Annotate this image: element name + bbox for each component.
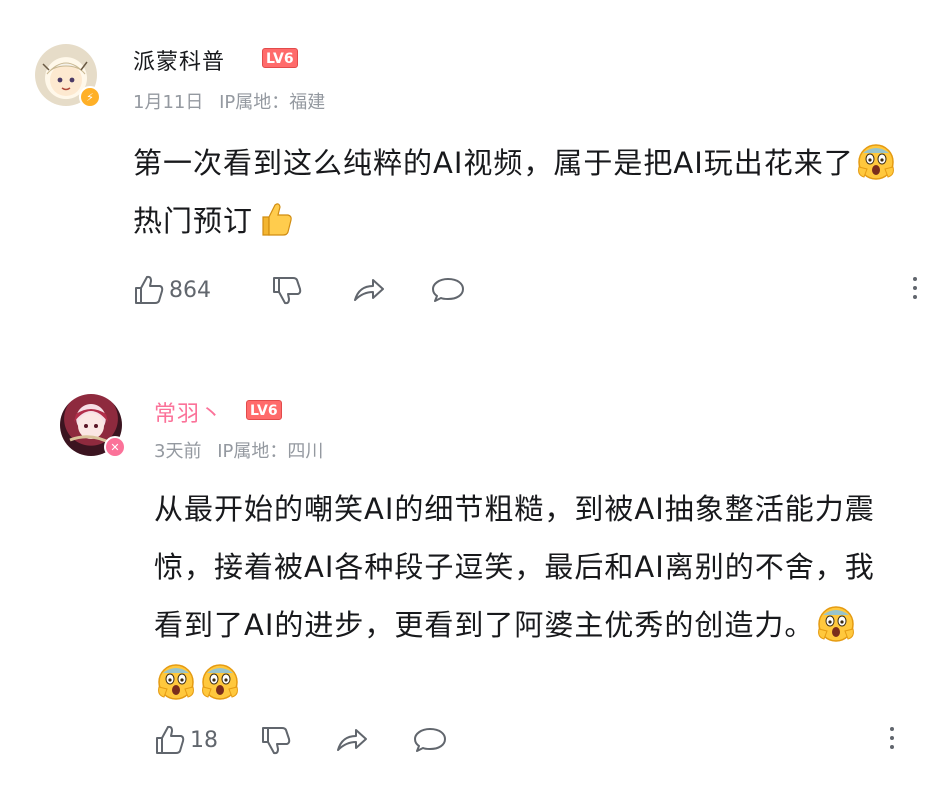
dislike-button[interactable] [271,270,303,310]
comment-text: 第一次看到这么纯粹的AI视频，属于是把AI玩出花来了热门预订 [133,134,923,250]
ip-location: IP属地：福建 [219,92,326,113]
comment-meta: 1月11日 IP属地：福建 [133,88,335,114]
thumbs-up-outline-icon [135,275,164,304]
like-button[interactable]: 864 [133,270,211,310]
like-count: 18 [190,727,218,753]
reply-button[interactable] [412,720,448,760]
comment-text-body: 从最开始的嘲笑AI的细节粗糙，到被AI抽象整活能力震惊，接着被AI各种段子逗笑，… [154,492,875,642]
thumbs-up-outline-icon [156,725,185,754]
reply-button[interactable] [430,270,466,310]
comment-text: 从最开始的嘲笑AI的细节粗糙，到被AI抽象整活能力震惊，接着被AI各种段子逗笑，… [154,480,894,712]
scream-face-emoji [200,661,240,701]
comment-actions: 18 [154,720,914,760]
share-arrow-icon [354,279,384,301]
comment-date: 1月11日 [133,92,204,113]
speech-bubble-icon [432,278,464,302]
avatar[interactable]: ✕ [60,394,126,458]
comment-text-part1: 第一次看到这么纯粹的AI视频，属于是把AI玩出花来了 [133,146,854,180]
username[interactable]: 派蒙科普 [133,44,225,76]
level-badge: LV6 [246,400,282,420]
scream-face-emoji [816,603,856,643]
thumbs-up-emoji [255,199,295,239]
username[interactable]: 常羽丶 [154,396,223,428]
scream-face-emoji [856,141,896,181]
speech-bubble-icon [414,728,446,752]
thumbs-down-outline-icon [262,727,291,755]
verified-badge-icon: ⚡ [79,86,101,108]
more-options-icon[interactable] [890,727,896,754]
like-button[interactable]: 18 [154,720,218,760]
share-button[interactable] [351,270,387,310]
level-badge: LV6 [262,48,298,68]
ip-location: IP属地：四川 [217,441,324,462]
more-options-icon[interactable] [913,277,919,304]
comment-date: 3天前 [154,441,202,462]
dislike-button[interactable] [260,720,292,760]
share-button[interactable] [334,720,370,760]
comment-actions: 864 [133,270,923,310]
comment-meta: 3天前 IP属地：四川 [154,437,333,463]
comment-text-part2: 热门预订 [133,204,254,238]
avatar[interactable]: ⚡ [35,44,101,108]
verified-badge-icon: ✕ [104,436,126,458]
scream-face-emoji [156,661,196,701]
like-count: 864 [169,277,211,303]
thumbs-down-outline-icon [273,277,302,305]
share-arrow-icon [337,729,367,751]
